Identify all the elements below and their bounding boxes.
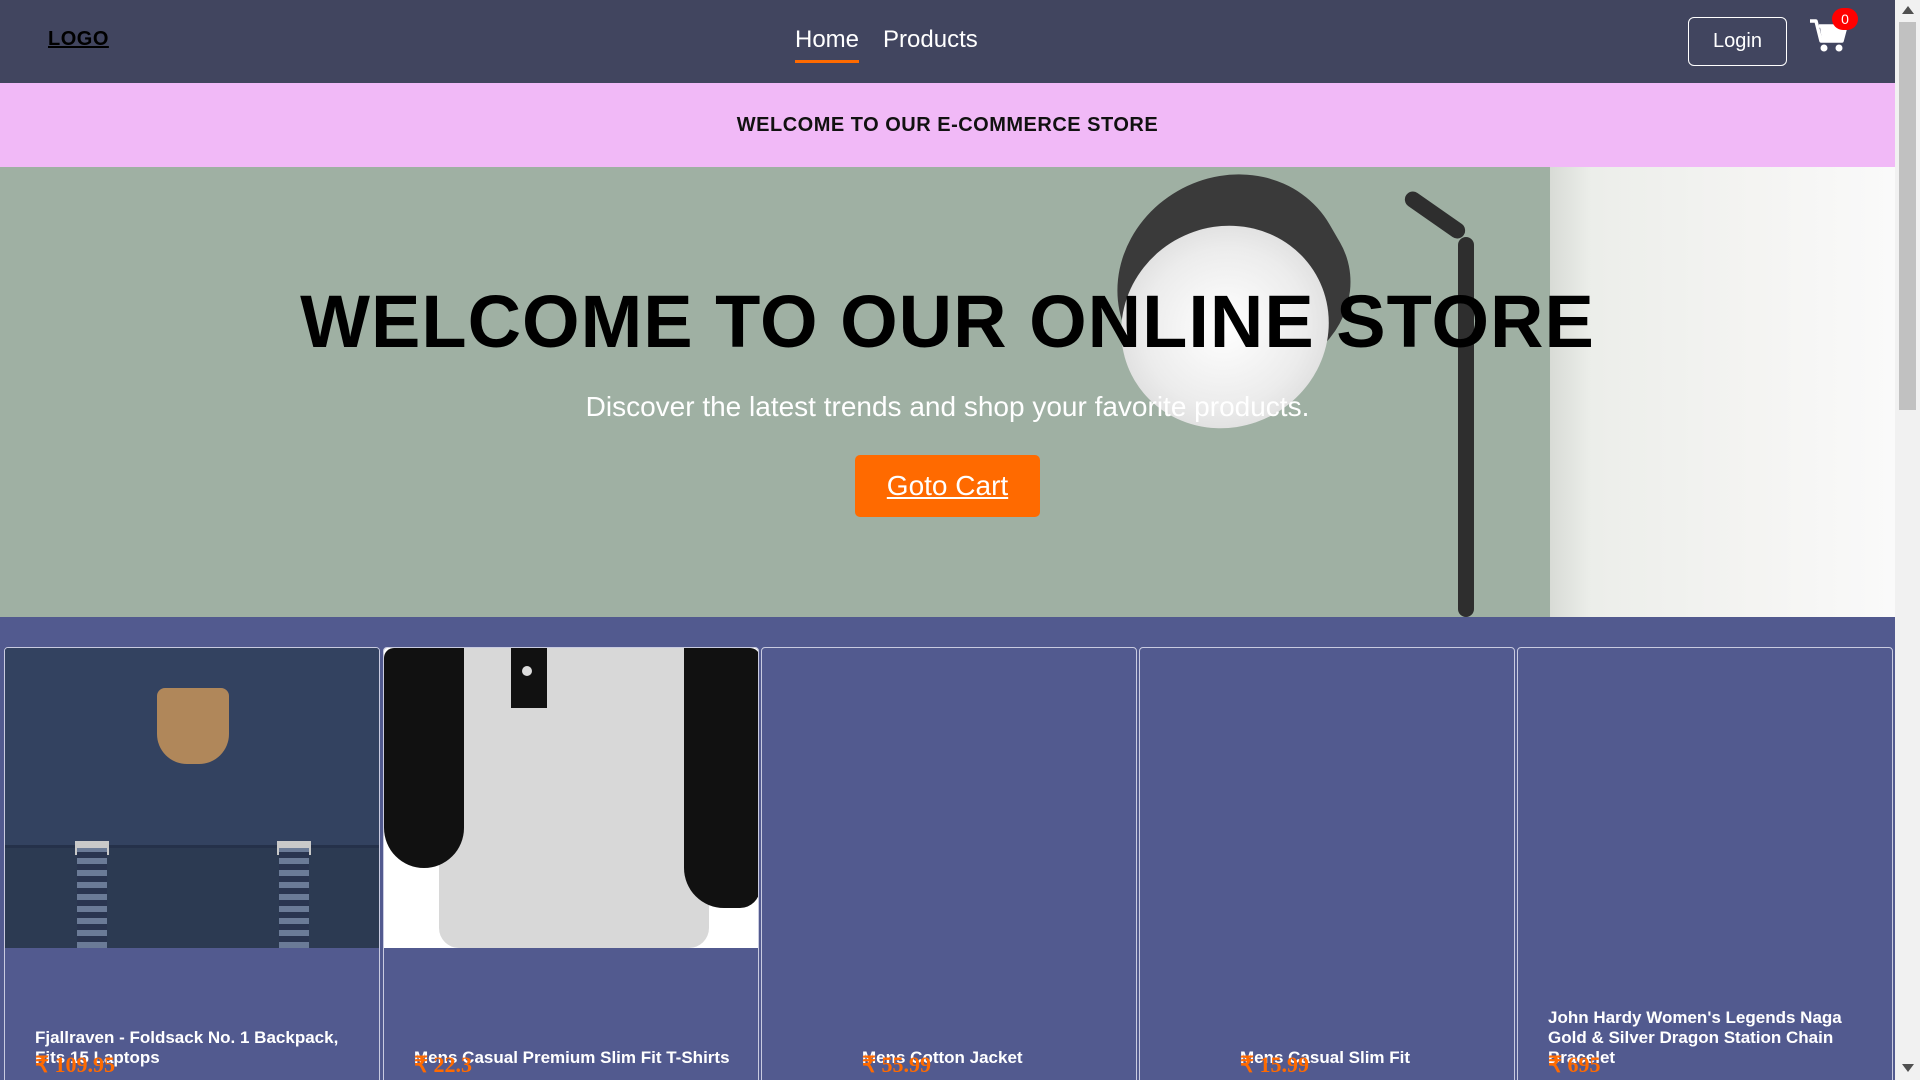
backpack-strap bbox=[279, 848, 309, 948]
tshirt-sleeve bbox=[684, 648, 758, 908]
banner-text: WELCOME TO OUR E-COMMERCE STORE bbox=[736, 113, 1159, 136]
product-card[interactable]: Mens Casual Premium Slim Fit T-Shirts ₹ … bbox=[383, 647, 759, 1080]
hero-section: WELCOME TO OUR ONLINE STORE Discover the… bbox=[0, 167, 1895, 617]
product-card[interactable]: Fjallraven - Foldsack No. 1 Backpack, Fi… bbox=[4, 647, 380, 1080]
product-price: ₹ 55.99 bbox=[862, 1052, 931, 1077]
backpack-strap bbox=[77, 848, 107, 948]
scroll-up-arrow-icon[interactable] bbox=[1902, 6, 1914, 14]
hero-title: WELCOME TO OUR ONLINE STORE bbox=[300, 280, 1595, 363]
scroll-down-arrow-icon[interactable] bbox=[1902, 1064, 1914, 1072]
product-card[interactable]: Mens Casual Slim Fit ₹ 15.99 bbox=[1139, 647, 1515, 1080]
product-price: ₹ 695 bbox=[1548, 1052, 1601, 1077]
backpack-badge bbox=[157, 688, 229, 764]
lamp-arm-image bbox=[1401, 188, 1469, 242]
cart-button[interactable]: 0 bbox=[1809, 8, 1858, 58]
product-card[interactable]: John Hardy Women's Legends Naga Gold & S… bbox=[1517, 647, 1893, 1080]
product-card[interactable]: Mens Cotton Jacket ₹ 55.99 bbox=[761, 647, 1137, 1080]
nav-link-home[interactable]: Home bbox=[795, 26, 860, 63]
tshirt-button bbox=[522, 666, 532, 676]
navbar: LOGO Home Products Login 0 bbox=[0, 0, 1895, 83]
cart-count-badge: 0 bbox=[1832, 8, 1858, 30]
product-grid: Fjallraven - Foldsack No. 1 Backpack, Fi… bbox=[0, 617, 1895, 1080]
hero-subtitle: Discover the latest trends and shop your… bbox=[585, 391, 1310, 422]
product-price: ₹ 22.3 bbox=[414, 1052, 472, 1077]
logo[interactable]: LOGO bbox=[48, 28, 109, 51]
page-scrollbar[interactable] bbox=[1895, 0, 1920, 1080]
nav-links: Home Products bbox=[795, 26, 978, 63]
product-image-tshirt bbox=[384, 648, 758, 948]
nav-link-products[interactable]: Products bbox=[883, 26, 978, 63]
product-price: ₹ 15.99 bbox=[1240, 1052, 1309, 1077]
product-price: ₹ 109.95 bbox=[35, 1052, 115, 1077]
tshirt-sleeve bbox=[384, 648, 464, 868]
tshirt-placket bbox=[511, 648, 547, 708]
product-image-backpack bbox=[5, 648, 379, 948]
goto-cart-button[interactable]: Goto Cart bbox=[855, 455, 1040, 517]
login-button[interactable]: Login bbox=[1688, 17, 1787, 66]
tshirt-body bbox=[439, 648, 709, 948]
announcement-banner: WELCOME TO OUR E-COMMERCE STORE bbox=[0, 83, 1895, 167]
scroll-thumb[interactable] bbox=[1899, 22, 1916, 410]
